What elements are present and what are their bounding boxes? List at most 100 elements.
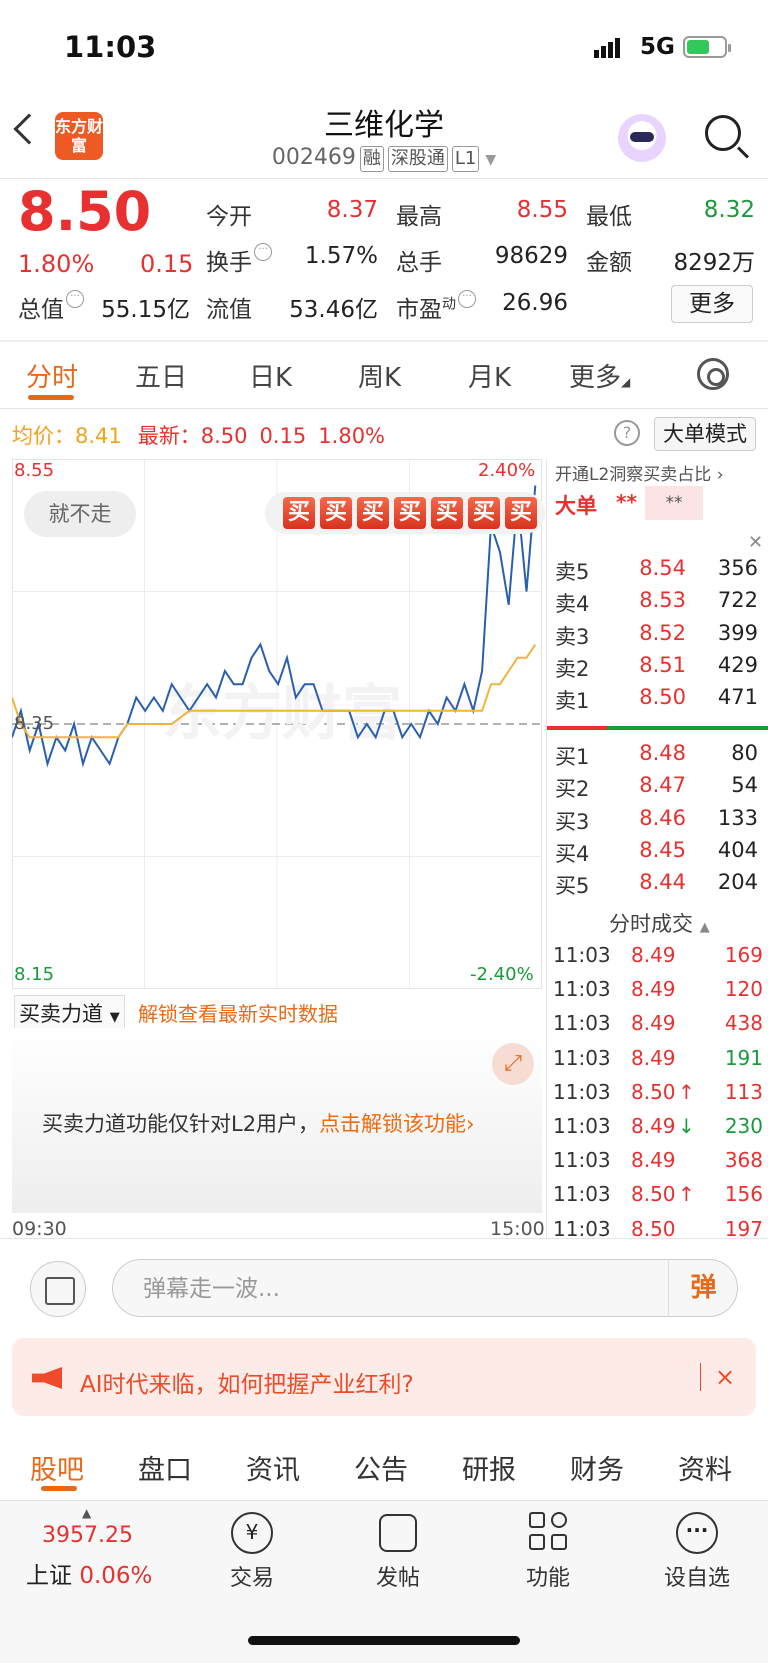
trade-price: 8.50 (631, 1079, 676, 1104)
tab-monthly-k[interactable]: 月K (468, 357, 511, 394)
ask-level-label: 卖2 (555, 656, 590, 681)
turnover-label: 换手··· (206, 243, 272, 277)
more-dots-icon[interactable]: ··· (676, 1512, 718, 1554)
info-icon[interactable]: ··· (66, 290, 84, 308)
tab-guba[interactable]: 股吧 (30, 1448, 84, 1487)
dropdown-icon[interactable]: ▼ (485, 152, 496, 168)
info-icon[interactable]: ··· (254, 243, 272, 261)
index-value[interactable]: 3957.25 (42, 1523, 133, 1548)
compose-icon[interactable] (379, 1514, 417, 1552)
expand-icon[interactable]: ⤢ (492, 1043, 534, 1085)
nav-functions[interactable]: 功能 (498, 1560, 598, 1592)
tab-announcements[interactable]: 公告 (354, 1448, 408, 1487)
home-indicator (248, 1636, 520, 1645)
tab-pankou[interactable]: 盘口 (138, 1448, 192, 1487)
apps-icon[interactable] (529, 1512, 569, 1552)
danmu-input[interactable]: 弹幕走一波... (112, 1259, 738, 1317)
trade-row: 11:03 8.50 197 (553, 1217, 763, 1247)
ask-price: 8.50 (639, 685, 686, 710)
more-button[interactable]: 更多 (671, 285, 753, 323)
buy-signal-chip[interactable]: 买 (357, 497, 389, 529)
battery-icon (683, 36, 731, 58)
buy-signal-chip[interactable]: 买 (283, 497, 315, 529)
banner-text[interactable]: AI时代来临，如何把握产业红利? (80, 1365, 414, 1399)
ask-price: 8.51 (639, 652, 686, 677)
nav-add-watchlist[interactable]: 设自选 (647, 1560, 747, 1592)
settings-gear-icon[interactable] (697, 358, 729, 390)
trades-header[interactable]: 分时成交 ▲ (609, 908, 710, 938)
time-end-label: 15:00 (490, 1218, 545, 1240)
buy-signal-chip[interactable]: 买 (320, 497, 352, 529)
pct-top-label: 2.40% (478, 460, 536, 481)
trade-row: 11:03 8.50 ↑ 113 (553, 1080, 763, 1110)
open-label: 今开 (206, 204, 252, 230)
assistant-robot-icon[interactable] (618, 114, 666, 162)
high-value: 8.55 (516, 197, 568, 223)
trade-time: 11:03 (553, 943, 611, 967)
tag-margin: 融 (359, 146, 384, 172)
tab-five-day[interactable]: 五日 (135, 357, 187, 394)
high-label: 最高 (396, 204, 442, 230)
bottom-tab-indicator (41, 1486, 77, 1491)
low-label: 最低 (586, 204, 632, 230)
buy-signal-chip[interactable]: 买 (394, 497, 426, 529)
info-icon[interactable]: ··· (458, 290, 476, 308)
tab-profile[interactable]: 资料 (678, 1448, 732, 1487)
y-bottom-label: 8.15 (14, 964, 55, 985)
change-amount: 0.15 (140, 250, 194, 278)
bid-level-label: 买2 (555, 777, 590, 802)
l2-upsell-link[interactable]: 开通L2洞察买卖占比 › (555, 460, 724, 485)
index-row[interactable]: 上证 0.06% (26, 1556, 152, 1590)
bid-price: 8.44 (639, 870, 686, 895)
trade-row: 11:03 8.49 169 (553, 943, 763, 973)
tab-daily-k[interactable]: 日K (249, 357, 292, 394)
trade-icon[interactable]: ¥ (231, 1512, 273, 1554)
tab-finance[interactable]: 财务 (570, 1448, 624, 1487)
network-label: 5G (640, 34, 675, 60)
collapse-icon[interactable]: ▲ (82, 1506, 91, 1520)
tab-research[interactable]: 研报 (462, 1448, 516, 1487)
danmu-settings-icon[interactable] (30, 1261, 86, 1317)
tab-intraday[interactable]: 分时 (26, 357, 78, 394)
trade-time: 11:03 (553, 1216, 611, 1241)
buy-signal-chip[interactable]: 买 (431, 497, 463, 529)
force-selector[interactable]: 买卖力道 ▼ (14, 995, 125, 1031)
danmu-send-button[interactable]: 弹 (668, 1259, 738, 1317)
help-icon[interactable]: ? (614, 420, 640, 446)
trade-volume: 230 (724, 1114, 763, 1138)
unlock-feature-link[interactable]: 点击解锁该功能 (319, 1112, 466, 1136)
nav-post[interactable]: 发帖 (348, 1560, 448, 1592)
buy-signal-strip[interactable]: 买买买买买买买 (265, 492, 545, 534)
big-order-mode-button[interactable]: 大单模式 (654, 417, 756, 451)
volume-label: 总手 (396, 250, 442, 276)
trade-direction: ↑ (678, 1182, 695, 1207)
amount-label: 金额 (586, 250, 632, 276)
signal-icon (594, 38, 622, 58)
y-mid-label: 8.35 (14, 713, 55, 734)
turnover-value: 1.57% (304, 243, 378, 269)
trade-price: 8.50 (631, 1216, 676, 1241)
trade-row: 11:03 8.50 ↑ 156 (553, 1182, 763, 1212)
intraday-chart-svg: 东方财富 (12, 459, 542, 989)
trade-direction: ↓ (678, 1114, 695, 1138)
bid-level-label: 买3 (555, 809, 590, 834)
ask-level-label: 卖5 (555, 560, 590, 584)
tab-weekly-k[interactable]: 周K (358, 357, 401, 394)
close-icon[interactable]: ✕ (748, 532, 763, 553)
buy-signal-chip[interactable]: 买 (468, 497, 500, 529)
search-icon[interactable] (705, 115, 741, 151)
unlock-realtime-link[interactable]: 解锁查看最新实时数据 (138, 998, 338, 1027)
banner-close-icon[interactable]: × (700, 1363, 735, 1391)
trade-row: 11:03 8.49 191 (553, 1046, 763, 1076)
danmu-bubble[interactable]: 就不走 (24, 491, 136, 537)
trade-row: 11:03 8.49 120 (553, 977, 763, 1007)
tab-more[interactable]: 更多◢ (569, 357, 630, 394)
trade-row: 11:03 8.49 ↓ 230 (553, 1114, 763, 1144)
buy-signal-chip[interactable]: 买 (505, 497, 537, 529)
chart-info-row: 均价：8.41 最新：8.50 0.15 1.80% (12, 424, 386, 448)
trade-volume: 197 (724, 1216, 763, 1241)
bid-volume: 404 (717, 837, 758, 862)
nav-trade[interactable]: 交易 (202, 1560, 302, 1592)
open-value: 8.37 (326, 197, 378, 223)
tab-news[interactable]: 资讯 (246, 1448, 300, 1487)
